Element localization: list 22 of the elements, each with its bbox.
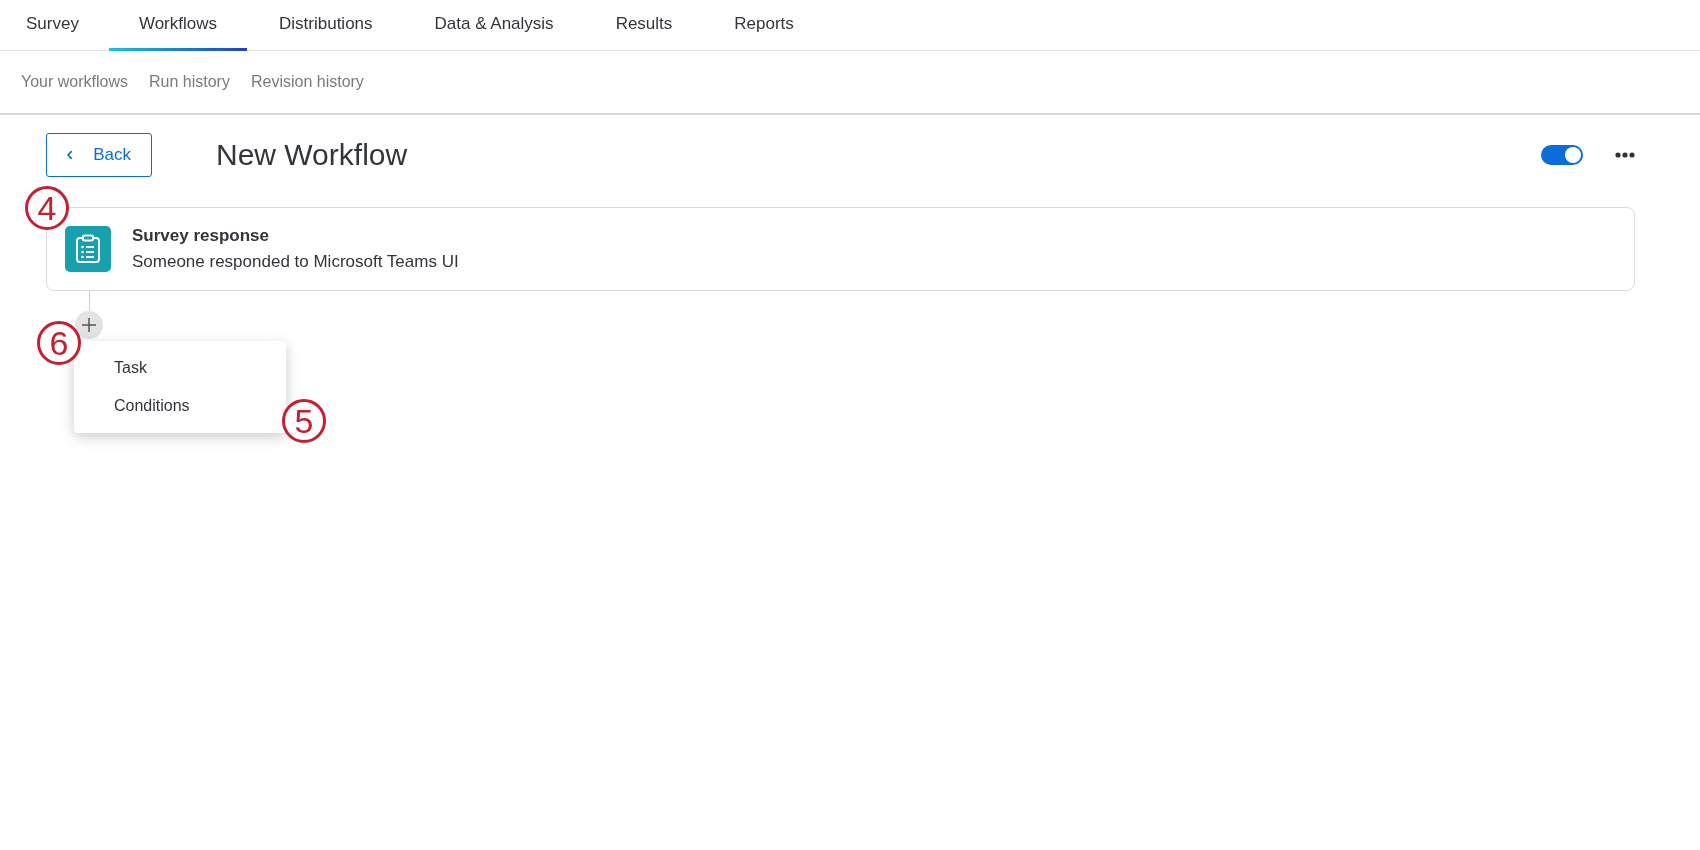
nav-tab[interactable]: Data & Analysis [404,0,584,51]
subnav-link[interactable]: Revision history [250,73,364,91]
card-description: Someone responded to Microsoft Teams UI [132,252,459,272]
nav-tab[interactable]: Workflows [108,0,247,51]
subnav-link[interactable]: Your workflows [21,73,128,91]
back-button[interactable]: Back [46,133,152,177]
more-options-icon[interactable] [1615,152,1635,158]
card-title: Survey response [132,226,270,246]
callout-number: 5 [282,399,326,443]
chevron-left-icon [67,149,74,161]
nav-tab[interactable]: Distributions [249,0,403,51]
subnav-link[interactable]: Run history [149,73,230,91]
callout-number: 4 [25,186,69,230]
add-step-button[interactable] [75,311,103,339]
toggle-switch[interactable] [1541,145,1583,165]
nav-tab[interactable]: Results [585,0,703,51]
workflow-title: New Workflow [216,138,408,172]
clipboard-list-icon [65,226,111,272]
nav-tab[interactable]: Survey [0,0,107,51]
nav-tab[interactable]: Reports [704,0,824,51]
callout-number: 6 [37,321,81,365]
plus-icon [81,317,97,333]
